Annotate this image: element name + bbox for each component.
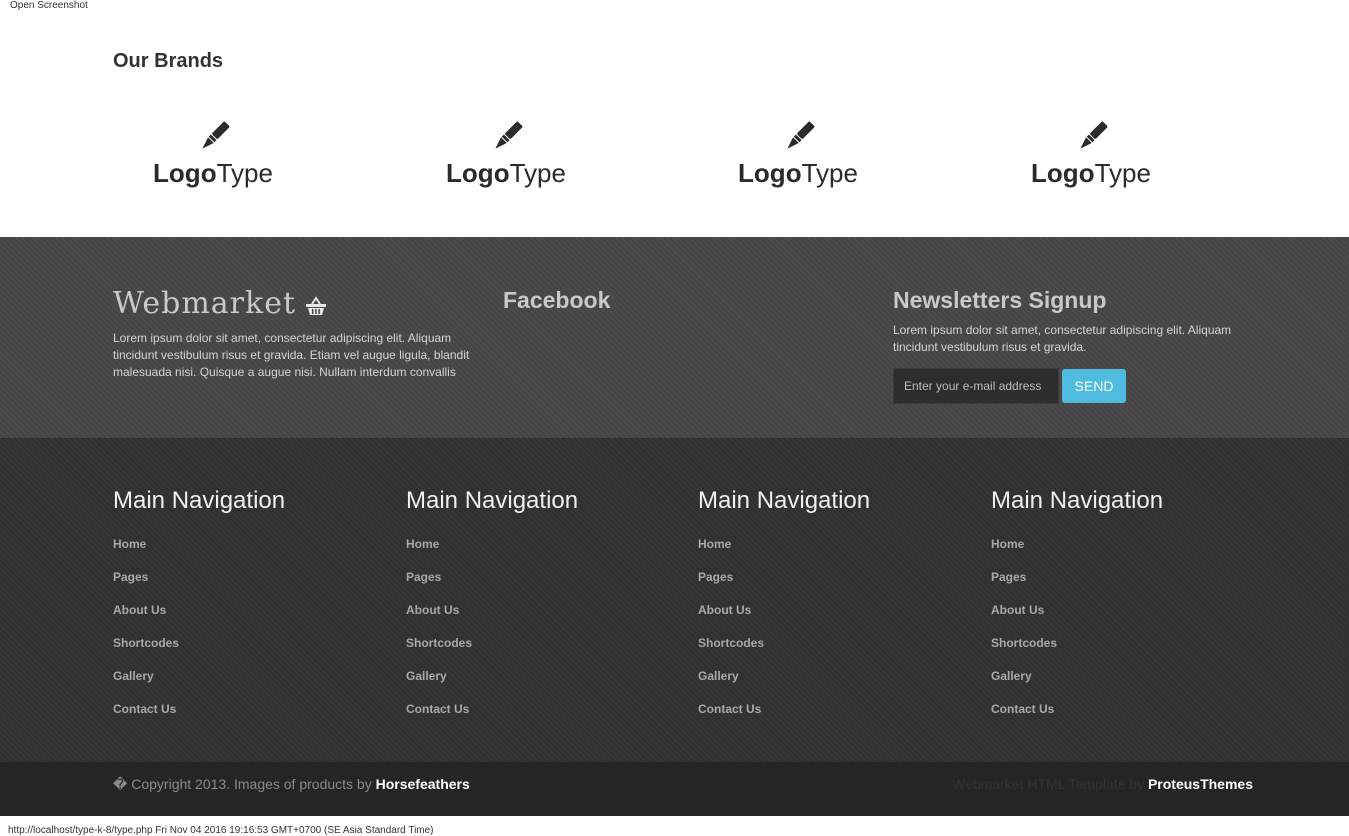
logo-light: Type	[509, 158, 566, 188]
newsletter-send-button[interactable]: SEND	[1062, 369, 1126, 403]
nav-link-contact-us[interactable]: Contact Us	[113, 702, 373, 735]
nav-link-pages[interactable]: Pages	[113, 570, 373, 603]
webmarket-logo[interactable]: Webmarket	[113, 286, 296, 321]
pen-icon	[202, 121, 230, 149]
nav-link-contact-us[interactable]: Contact Us	[698, 702, 958, 735]
nav-link-about-us[interactable]: About Us	[113, 603, 373, 636]
nav-link-home[interactable]: Home	[113, 537, 373, 570]
nav-column-title: Main Navigation	[991, 487, 1164, 514]
template-credit: Webmarket HTML Template by ProteusThemes	[952, 776, 1253, 792]
about-text: Lorem ipsum dolor sit amet, consectetur …	[113, 331, 470, 379]
nav-column-4: Main Navigation Home Pages About Us Shor…	[991, 485, 1251, 735]
nav-link-shortcodes[interactable]: Shortcodes	[698, 636, 958, 669]
brand-logo-3[interactable]: LogoType	[698, 120, 898, 188]
newsletter-text: Lorem ipsum dolor sit amet, consectetur …	[893, 323, 1232, 354]
logo-bold: Logo	[153, 158, 217, 188]
nav-link-gallery[interactable]: Gallery	[698, 669, 958, 702]
brand-logo-text: LogoType	[406, 158, 606, 188]
nav-link-home[interactable]: Home	[698, 537, 958, 570]
pen-icon	[787, 121, 815, 149]
nav-list: Home Pages About Us Shortcodes Gallery C…	[113, 537, 373, 735]
copyright: � Copyright 2013. Images of products by …	[113, 776, 470, 793]
nav-link-pages[interactable]: Pages	[991, 570, 1251, 603]
brand-logo-2[interactable]: LogoType	[406, 120, 606, 188]
nav-list: Home Pages About Us Shortcodes Gallery C…	[698, 537, 958, 735]
brand-logo-1[interactable]: LogoType	[113, 120, 313, 188]
nav-link-gallery[interactable]: Gallery	[113, 669, 373, 702]
logo-light: Type	[216, 158, 273, 188]
nav-link-shortcodes[interactable]: Shortcodes	[406, 636, 666, 669]
brands-heading: Our Brands	[113, 50, 223, 73]
brands-heading-bold: Brands	[154, 50, 224, 72]
brand-logos: LogoType LogoType LogoType LogoType	[113, 120, 1249, 200]
credit-text: Webmarket HTML Template by	[952, 776, 1145, 792]
logo-light: Type	[801, 158, 858, 188]
horsefeathers-link[interactable]: Horsefeathers	[376, 776, 470, 792]
nav-column-1: Main Navigation Home Pages About Us Shor…	[113, 485, 373, 735]
pen-icon	[1080, 121, 1108, 149]
nav-link-home[interactable]: Home	[991, 537, 1251, 570]
nav-link-about-us[interactable]: About Us	[991, 603, 1251, 636]
nav-column-title: Main Navigation	[406, 487, 579, 514]
proteusthemes-link[interactable]: ProteusThemes	[1148, 776, 1253, 792]
newsletter-email-input[interactable]	[893, 368, 1059, 404]
nav-link-contact-us[interactable]: Contact Us	[406, 702, 666, 735]
brands-heading-light: Our	[113, 50, 149, 72]
nav-link-home[interactable]: Home	[406, 537, 666, 570]
newsletter-heading: Newsletters Signup	[893, 287, 1107, 313]
brand-logo-text: LogoType	[698, 158, 898, 188]
nav-link-about-us[interactable]: About Us	[406, 603, 666, 636]
nav-link-about-us[interactable]: About Us	[698, 603, 958, 636]
nav-link-pages[interactable]: Pages	[406, 570, 666, 603]
open-screenshot-label[interactable]: Open Screenshot	[10, 0, 88, 11]
nav-list: Home Pages About Us Shortcodes Gallery C…	[991, 537, 1251, 735]
logo-bold: Logo	[1031, 158, 1095, 188]
nav-list: Home Pages About Us Shortcodes Gallery C…	[406, 537, 666, 735]
brand-logo-text: LogoType	[991, 158, 1191, 188]
nav-column-3: Main Navigation Home Pages About Us Shor…	[698, 485, 958, 735]
brand-logo-4[interactable]: LogoType	[991, 120, 1191, 188]
pen-icon	[495, 121, 523, 149]
copyright-text: � Copyright 2013. Images of products by	[113, 776, 372, 792]
logo-bold: Logo	[738, 158, 802, 188]
nav-link-shortcodes[interactable]: Shortcodes	[991, 636, 1251, 669]
page: Open Screenshot Our Brands LogoType Logo…	[0, 0, 1349, 836]
nav-link-contact-us[interactable]: Contact Us	[991, 702, 1251, 735]
logo-bold: Logo	[446, 158, 510, 188]
nav-link-pages[interactable]: Pages	[698, 570, 958, 603]
logo-light: Type	[1094, 158, 1151, 188]
status-url: http://localhost/type-k-8/type.php Fri N…	[8, 825, 434, 836]
brand-logo-text: LogoType	[113, 158, 313, 188]
nav-link-shortcodes[interactable]: Shortcodes	[113, 636, 373, 669]
nav-column-2: Main Navigation Home Pages About Us Shor…	[406, 485, 666, 735]
basket-icon	[306, 296, 326, 315]
nav-link-gallery[interactable]: Gallery	[406, 669, 666, 702]
nav-link-gallery[interactable]: Gallery	[991, 669, 1251, 702]
nav-column-title: Main Navigation	[113, 487, 286, 514]
facebook-heading: Facebook	[503, 287, 611, 313]
nav-column-title: Main Navigation	[698, 487, 871, 514]
